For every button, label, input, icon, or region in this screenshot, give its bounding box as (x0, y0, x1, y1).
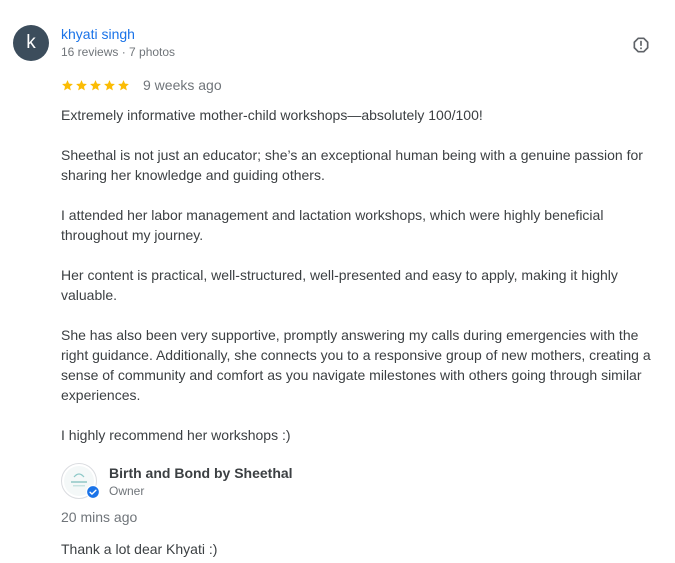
review-paragraph: I highly recommend her workshops :) (61, 427, 291, 443)
reply-text: Thank a lot dear Khyati :) (61, 541, 218, 557)
star-icon (62, 79, 73, 90)
review-paragraph: I attended her labor management and lact… (61, 207, 604, 243)
star-icon (90, 79, 101, 90)
reviewer-meta: 16 reviews · 7 photos (61, 45, 176, 59)
reviewer-name[interactable]: khyati singh (61, 26, 135, 42)
review-paragraph: Sheethal is not just an educator; she’s … (61, 147, 643, 183)
review-text: Extremely informative mother-child works… (61, 105, 661, 465)
rating-row: 9 weeks ago (61, 77, 222, 93)
review-paragraph: Her content is practical, well-structure… (61, 267, 618, 303)
owner-role: Owner (109, 484, 145, 498)
review-paragraph: Extremely informative mother-child works… (61, 107, 483, 123)
star-icon (104, 79, 115, 90)
review-paragraph: She has also been very supportive, promp… (61, 327, 651, 403)
star-icon (118, 79, 129, 90)
verified-badge-icon (86, 485, 100, 499)
reply-date: 20 mins ago (61, 509, 138, 525)
owner-name: Birth and Bond by Sheethal (109, 465, 293, 481)
flag-icon[interactable] (631, 35, 651, 55)
review-date: 9 weeks ago (143, 77, 222, 93)
star-icon (76, 79, 87, 90)
star-rating (61, 79, 130, 92)
reviewer-avatar[interactable]: k (13, 25, 49, 61)
